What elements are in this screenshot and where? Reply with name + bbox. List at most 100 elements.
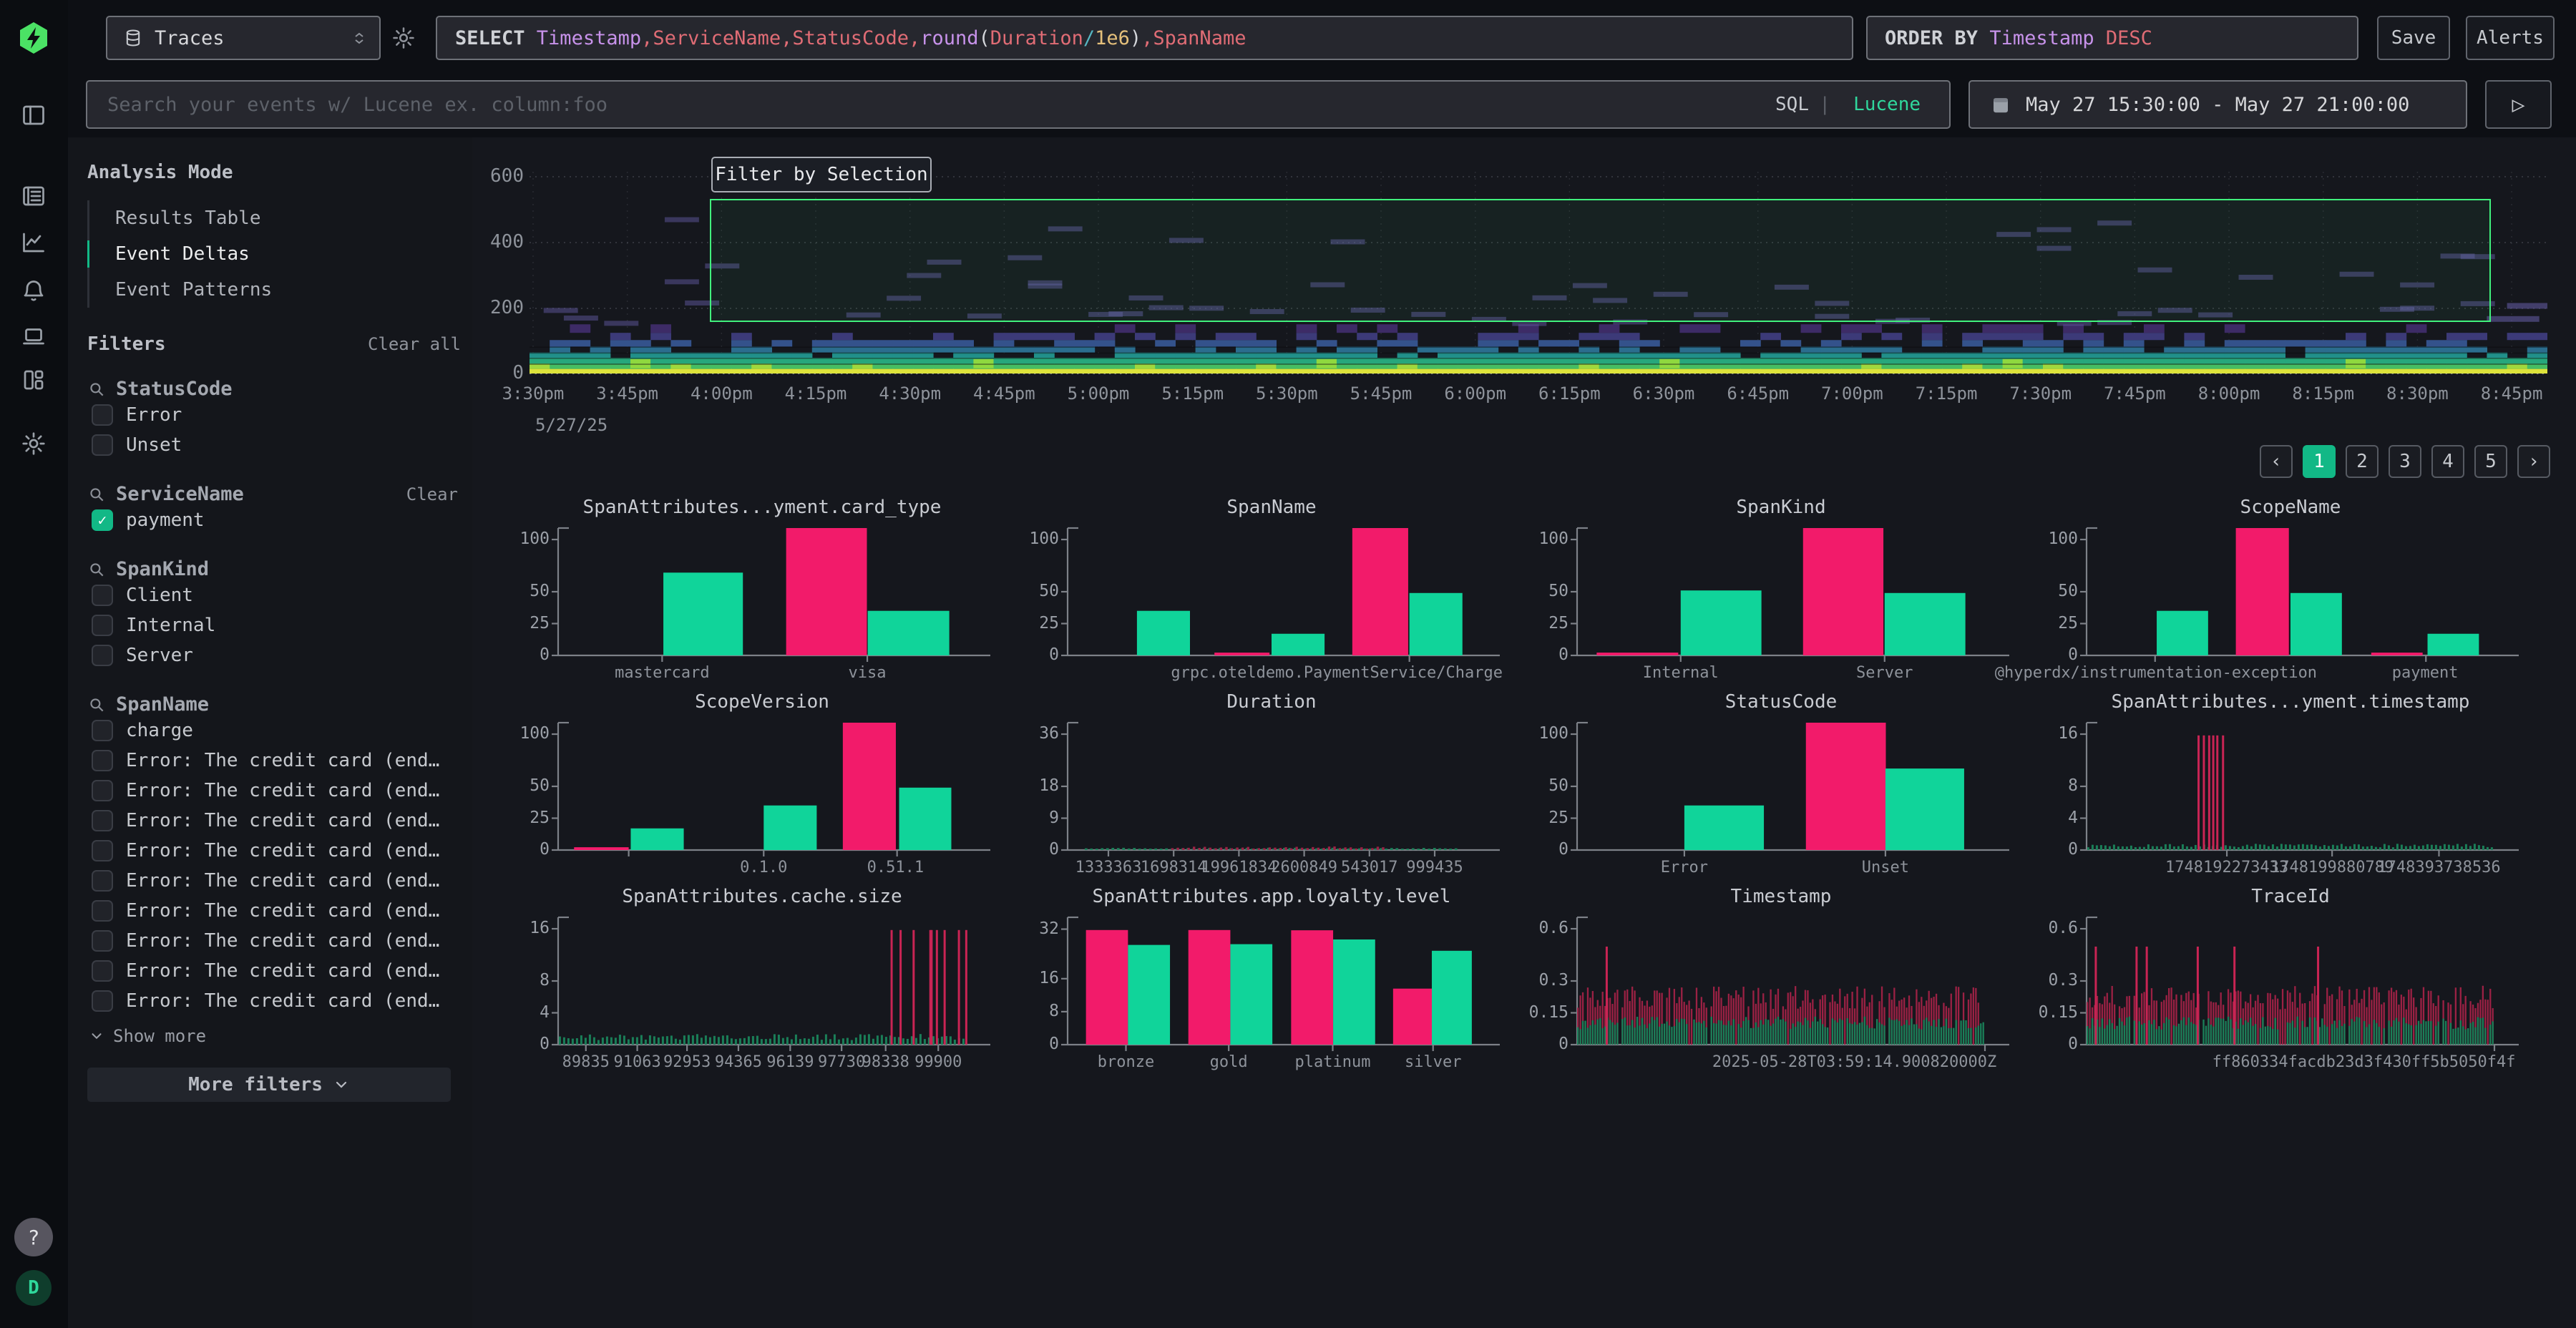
filter-option[interactable]: Error: The credit card (end… (87, 776, 461, 806)
mini-chart-spanattributes-yment-card-type[interactable]: SpanAttributes...yment.card_type02550100… (498, 494, 1008, 688)
settings-gear-icon[interactable] (21, 431, 47, 459)
mini-chart-scopename[interactable]: ScopeName02550100@hyperdx/instrumentatio… (2026, 494, 2536, 688)
filter-option[interactable]: Error: The credit card (end… (87, 806, 461, 836)
pagination-page-4[interactable]: 4 (2431, 445, 2464, 478)
more-filters-button[interactable]: More filters (87, 1068, 451, 1102)
clear-all-link[interactable]: Clear all (368, 334, 461, 354)
filter-option-label: Error (126, 404, 182, 426)
checkbox[interactable] (92, 780, 113, 801)
mini-chart-traceid[interactable]: TraceId00.150.30.6ff860334facdb23d3f430f… (2026, 883, 2536, 1078)
heatmap-ytick: 400 (465, 231, 524, 253)
analysis-mode-item-event-deltas[interactable]: Event Deltas (89, 236, 461, 272)
search-icon[interactable] (87, 695, 106, 714)
search-logs-icon[interactable] (21, 183, 47, 212)
checkbox[interactable] (92, 990, 113, 1012)
sidebar-toggle-icon[interactable] (21, 102, 47, 131)
mini-chart-xtick: mastercard (615, 664, 709, 682)
filter-option[interactable]: Error (87, 400, 461, 430)
filter-by-selection-button[interactable]: Filter by Selection (711, 157, 932, 192)
filter-option[interactable]: Error: The credit card (end… (87, 956, 461, 986)
order-by-input[interactable]: ORDER BY Timestamp DESC (1866, 16, 2358, 60)
filter-option[interactable]: Server (87, 640, 461, 670)
dashboards-icon[interactable] (21, 367, 47, 396)
checkbox[interactable] (92, 840, 113, 861)
analysis-mode-item-event-patterns[interactable]: Event Patterns (89, 272, 461, 308)
pagination-page-5[interactable]: 5 (2474, 445, 2507, 478)
checkbox[interactable] (92, 750, 113, 771)
pagination-page-3[interactable]: 3 (2389, 445, 2421, 478)
time-range-picker[interactable]: May 27 15:30:00 - May 27 21:00:00 (1968, 80, 2467, 129)
filter-option[interactable]: Error: The credit card (end… (87, 836, 461, 866)
mini-chart-ytick: 25 (1517, 809, 1568, 827)
mini-chart-xtick: payment (2392, 664, 2459, 682)
pagination-page-2[interactable]: 2 (2346, 445, 2379, 478)
chevron-down-icon (333, 1076, 350, 1093)
checkbox[interactable] (92, 404, 113, 426)
filter-option[interactable]: Client (87, 580, 461, 610)
search-input[interactable] (107, 94, 1717, 116)
checkbox[interactable] (92, 615, 113, 636)
heatmap-xtick: 3:30pm (502, 384, 565, 404)
mini-chart-xtick: ff860334facdb23d3f430ff5b5050f4f (2212, 1053, 2516, 1071)
checkbox[interactable] (92, 645, 113, 666)
show-more-link[interactable]: Show more (89, 1026, 461, 1046)
mini-chart-spankind[interactable]: SpanKind02550100InternalServer (1517, 494, 2026, 688)
filter-option[interactable]: Error: The credit card (end… (87, 896, 461, 926)
search-icon[interactable] (87, 560, 106, 579)
mini-chart-ytick: 0 (2026, 1035, 2078, 1053)
filter-option[interactable]: charge (87, 716, 461, 746)
mini-chart-xtick: 1748199880789 (2270, 859, 2394, 877)
mini-chart-duration[interactable]: Duration09183613333631698314199618342600… (1008, 688, 1517, 883)
checkbox[interactable] (92, 720, 113, 741)
mini-chart-spanattributes-yment-timestamp[interactable]: SpanAttributes...yment.timestamp04816174… (2026, 688, 2536, 883)
filter-option[interactable]: Error: The credit card (end… (87, 866, 461, 896)
nav-rail: ? D (0, 0, 68, 1328)
filter-option[interactable]: Internal (87, 610, 461, 640)
pagination-next-button[interactable]: › (2517, 445, 2550, 478)
mini-chart-spanattributes-cache-size[interactable]: SpanAttributes.cache.size048168983591063… (498, 883, 1008, 1078)
mini-chart-spanname[interactable]: SpanName02550100grpc.oteldemo.PaymentSer… (1008, 494, 1517, 688)
alerts-bell-icon[interactable] (21, 278, 47, 307)
filter-option[interactable]: Error: The credit card (end… (87, 746, 461, 776)
mini-chart-scopeversion[interactable]: ScopeVersion025501000.1.00.51.1 (498, 688, 1008, 883)
pagination-page-1[interactable]: 1 (2303, 445, 2336, 478)
filter-clear-link[interactable]: Clear (406, 484, 458, 504)
mini-chart-timestamp[interactable]: Timestamp00.150.30.62025-05-28T03:59:14.… (1517, 883, 2026, 1078)
checkbox[interactable] (92, 434, 113, 456)
sessions-laptop-icon[interactable] (21, 324, 47, 353)
checkbox[interactable] (92, 870, 113, 892)
checkbox-checked[interactable]: ✓ (92, 509, 113, 531)
run-query-button[interactable]: ▷ (2485, 80, 2552, 129)
sql-query-input[interactable]: SELECT Timestamp,ServiceName,StatusCode,… (436, 16, 1853, 60)
query-settings-gear-icon[interactable] (391, 26, 416, 53)
filter-option[interactable]: ✓payment (87, 505, 461, 535)
analysis-mode-item-results-table[interactable]: Results Table (89, 200, 461, 236)
save-button[interactable]: Save (2377, 16, 2450, 60)
checkbox[interactable] (92, 810, 113, 831)
checkbox[interactable] (92, 960, 113, 982)
filter-option-label: Internal (126, 615, 215, 636)
source-select[interactable]: Traces (106, 16, 381, 60)
lucene-mode-toggle[interactable]: Lucene (1853, 94, 1921, 115)
mini-chart-statuscode[interactable]: StatusCode02550100ErrorUnset (1517, 688, 2026, 883)
help-button[interactable]: ? (14, 1218, 53, 1256)
filter-option[interactable]: Error: The credit card (end… (87, 926, 461, 956)
pagination-prev-button[interactable]: ‹ (2260, 445, 2293, 478)
sql-mode-toggle[interactable]: SQL (1775, 94, 1809, 115)
search-icon[interactable] (87, 380, 106, 399)
checkbox[interactable] (92, 900, 113, 922)
user-avatar[interactable]: D (16, 1270, 52, 1306)
chart-explorer-icon[interactable] (21, 230, 47, 258)
hyperdx-logo-icon[interactable] (17, 21, 50, 57)
mini-chart-ytick: 0.3 (1517, 971, 1568, 990)
heatmap-xtick: 5:00pm (1068, 384, 1130, 404)
filter-option[interactable]: Error: The credit card (end… (87, 986, 461, 1016)
mini-chart-ytick: 0 (1008, 645, 1059, 664)
checkbox[interactable] (92, 585, 113, 606)
search-icon[interactable] (87, 485, 106, 504)
alerts-button[interactable]: Alerts (2466, 16, 2555, 60)
mini-chart-spanattributes-app-loyalty-level[interactable]: SpanAttributes.app.loyalty.level081632br… (1008, 883, 1517, 1078)
checkbox[interactable] (92, 930, 113, 952)
heatmap-selection-box[interactable] (710, 199, 2491, 322)
filter-option[interactable]: Unset (87, 430, 461, 460)
